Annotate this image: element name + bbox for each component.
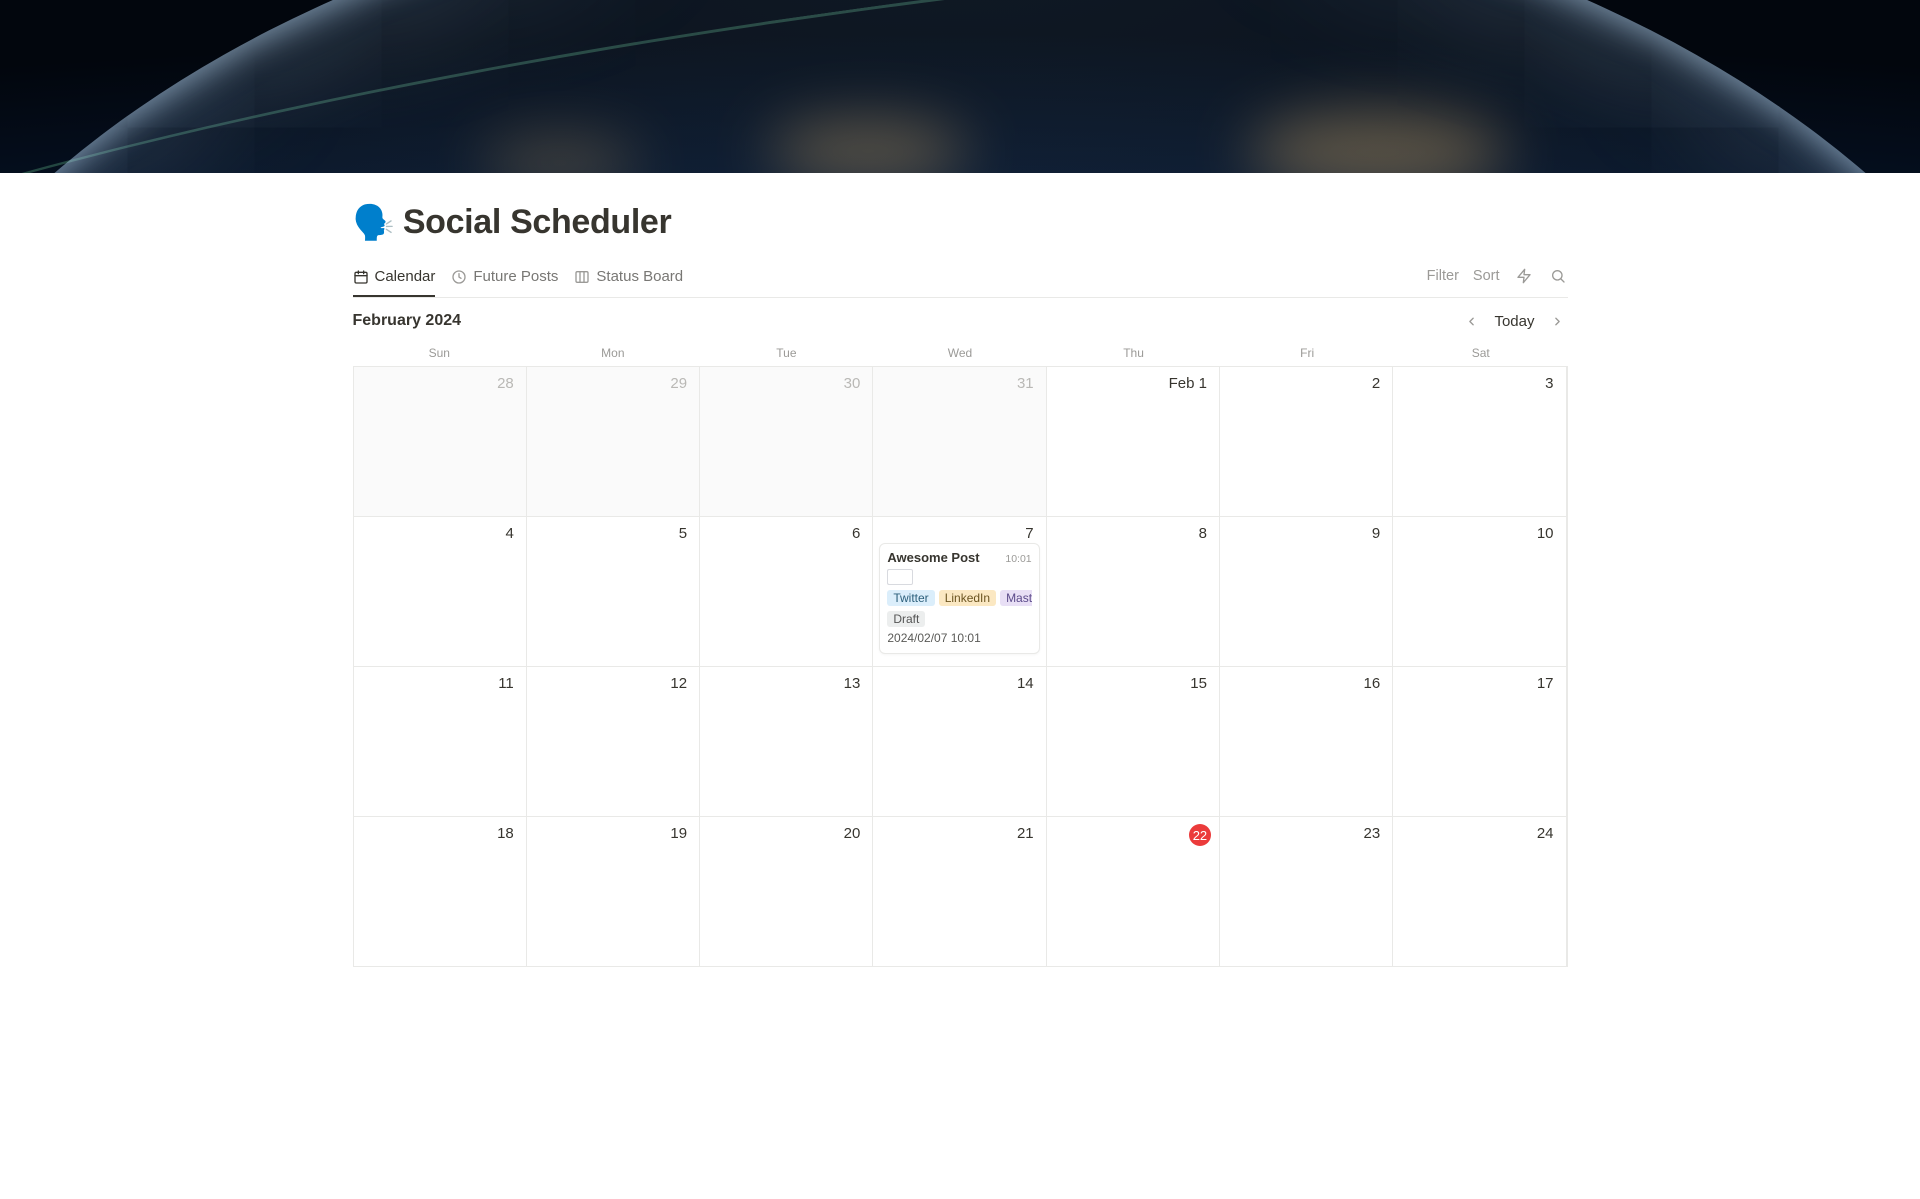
day-of-week: Wed xyxy=(873,340,1047,366)
calendar-cell[interactable]: 16 xyxy=(1220,666,1393,816)
date-number: 21 xyxy=(1017,825,1034,842)
event-datetime: 2024/02/07 10:01 xyxy=(887,631,1031,645)
calendar-cell[interactable]: 6 xyxy=(700,516,873,666)
calendar-cell[interactable]: 18 xyxy=(354,816,527,966)
day-of-week: Sun xyxy=(353,340,527,366)
event-thumbnail xyxy=(887,569,913,585)
event-title: Awesome Post xyxy=(887,550,979,565)
prev-month-button[interactable] xyxy=(1461,313,1482,330)
day-of-week: Sat xyxy=(1394,340,1568,366)
calendar-cell[interactable]: 3 xyxy=(1393,366,1566,516)
date-number: 9 xyxy=(1372,525,1380,542)
month-title: February 2024 xyxy=(353,312,462,330)
calendar-cell[interactable]: 13 xyxy=(700,666,873,816)
date-number: 6 xyxy=(852,525,860,542)
day-of-week: Tue xyxy=(700,340,874,366)
calendar-cell[interactable]: 21 xyxy=(873,816,1046,966)
date-number: 31 xyxy=(1017,375,1034,392)
status-badge: Draft xyxy=(887,611,925,627)
date-number: Feb 1 xyxy=(1169,375,1207,392)
calendar-cell[interactable]: 9 xyxy=(1220,516,1393,666)
calendar-cell[interactable]: Feb 1 xyxy=(1047,366,1220,516)
tab-label: Status Board xyxy=(596,268,683,285)
calendar-grid: 28293031Feb 1234567Awesome Post10:01Twit… xyxy=(353,366,1568,967)
calendar-cell[interactable]: 8 xyxy=(1047,516,1220,666)
calendar-cell[interactable]: 20 xyxy=(700,816,873,966)
date-number: 5 xyxy=(679,525,687,542)
page-icon[interactable]: 🗣️ xyxy=(353,206,395,240)
tab-calendar[interactable]: Calendar xyxy=(353,260,436,297)
event-time: 10:01 xyxy=(1005,553,1031,565)
date-number: 24 xyxy=(1537,825,1554,842)
calendar-cell[interactable]: 19 xyxy=(527,816,700,966)
date-number: 16 xyxy=(1364,675,1381,692)
calendar-cell[interactable]: 10 xyxy=(1393,516,1566,666)
day-of-week: Mon xyxy=(526,340,700,366)
tab-label: Future Posts xyxy=(473,268,558,285)
date-number-today: 22 xyxy=(1189,824,1211,846)
today-button[interactable]: Today xyxy=(1494,313,1534,330)
calendar-cell[interactable]: 28 xyxy=(354,366,527,516)
calendar-cell[interactable]: 31 xyxy=(873,366,1046,516)
view-bar: CalendarFuture PostsStatus Board Filter … xyxy=(353,260,1568,298)
day-of-week: Thu xyxy=(1047,340,1221,366)
date-number: 29 xyxy=(670,375,687,392)
date-number: 4 xyxy=(505,525,513,542)
tab-status-board[interactable]: Status Board xyxy=(574,260,683,297)
calendar-cell[interactable]: 17 xyxy=(1393,666,1566,816)
date-number: 30 xyxy=(844,375,861,392)
date-number: 8 xyxy=(1199,525,1207,542)
cover-image xyxy=(0,0,1920,173)
calendar-cell[interactable]: 2 xyxy=(1220,366,1393,516)
date-number: 12 xyxy=(670,675,687,692)
calendar-cell[interactable]: 24 xyxy=(1393,816,1566,966)
date-number: 10 xyxy=(1537,525,1554,542)
tag-linkedin: LinkedIn xyxy=(939,590,996,606)
day-of-week-row: SunMonTueWedThuFriSat xyxy=(353,336,1568,366)
date-number: 19 xyxy=(670,825,687,842)
date-number: 15 xyxy=(1190,675,1207,692)
calendar-cell[interactable]: 23 xyxy=(1220,816,1393,966)
date-number: 20 xyxy=(844,825,861,842)
tag-twitter: Twitter xyxy=(887,590,934,606)
event-tags: Twitter LinkedInMastod xyxy=(887,590,1031,606)
date-number: 18 xyxy=(497,825,514,842)
calendar-cell[interactable]: 29 xyxy=(527,366,700,516)
tab-label: Calendar xyxy=(375,268,436,285)
calendar-cell[interactable]: 15 xyxy=(1047,666,1220,816)
date-number: 3 xyxy=(1545,375,1553,392)
calendar-cell[interactable]: 14 xyxy=(873,666,1046,816)
next-month-button[interactable] xyxy=(1547,313,1568,330)
automations-icon[interactable] xyxy=(1514,266,1534,286)
calendar-cell[interactable]: 30 xyxy=(700,366,873,516)
tab-future-posts[interactable]: Future Posts xyxy=(451,260,558,297)
calendar-cell[interactable]: 7 Awesome Post 10:01 Twitter LinkedInMastod D… xyxy=(873,516,1046,666)
day-of-week: Fri xyxy=(1220,340,1394,366)
date-number: 28 xyxy=(497,375,514,392)
calendar-cell[interactable]: 11 xyxy=(354,666,527,816)
sort-button[interactable]: Sort xyxy=(1473,268,1500,284)
search-icon[interactable] xyxy=(1548,266,1568,286)
page-title[interactable]: Social Scheduler xyxy=(403,203,672,242)
calendar-cell[interactable]: 4 xyxy=(354,516,527,666)
date-number: 13 xyxy=(844,675,861,692)
date-number: 2 xyxy=(1372,375,1380,392)
calendar-cell[interactable]: 22 xyxy=(1047,816,1220,966)
date-number: 7 xyxy=(1025,525,1033,542)
event-card[interactable]: Awesome Post 10:01 Twitter LinkedInMastod Dr… xyxy=(879,543,1039,654)
date-number: 17 xyxy=(1537,675,1554,692)
calendar-cell[interactable]: 5 xyxy=(527,516,700,666)
date-number: 11 xyxy=(498,675,514,692)
calendar-cell[interactable]: 12 xyxy=(527,666,700,816)
date-number: 14 xyxy=(1017,675,1034,692)
date-number: 23 xyxy=(1364,825,1381,842)
tag-mastodon: Mastod xyxy=(1000,590,1032,606)
filter-button[interactable]: Filter xyxy=(1427,268,1459,284)
